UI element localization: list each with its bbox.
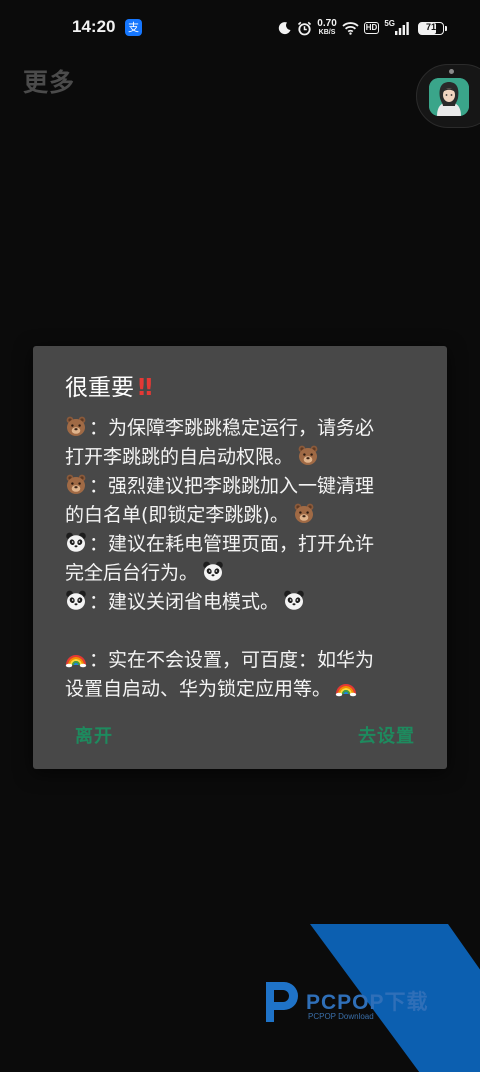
- battery-percent: 71: [425, 21, 436, 32]
- message-text: 设置自启动、华为锁定应用等。: [65, 678, 332, 700]
- network-speed-unit: KB/S: [318, 29, 336, 36]
- status-bar: 14:20 支 0.70 KB/S HD 5G 71: [0, 0, 480, 56]
- important-dialog: 很重要 ‼ ：为保障李跳跳稳定运行，请务必 打开李跳跳的自启动权限。 ：强烈建议…: [33, 346, 447, 769]
- watermark-subtitle: PCPOP Download: [308, 1012, 374, 1021]
- battery-icon: 71: [418, 21, 447, 35]
- panda-emoji-icon: [65, 531, 87, 553]
- bear-emoji-icon: [293, 502, 315, 524]
- avatar[interactable]: [429, 78, 469, 116]
- alipay-notification-icon: 支: [125, 19, 142, 36]
- network-speed: 0.70 KB/S: [317, 19, 336, 37]
- panda-emoji-icon: [65, 589, 87, 611]
- network-type-label: 5G: [384, 18, 395, 28]
- status-time: 14:20: [72, 17, 116, 36]
- leave-button[interactable]: 离开: [73, 718, 115, 752]
- message-line: ：强烈建议把李跳跳加入一键清理: [65, 472, 423, 501]
- message-text: 的白名单(即锁定李跳跳)。: [65, 504, 289, 526]
- message-text: ：强烈建议把李跳跳加入一键清理: [89, 475, 375, 497]
- bear-emoji-icon: [65, 473, 87, 495]
- hd-voice-badge: HD: [363, 22, 380, 34]
- alarm-icon: [298, 21, 312, 35]
- status-indicators: 0.70 KB/S HD 5G 71: [278, 17, 447, 39]
- moon-icon: [279, 22, 291, 35]
- message-line: 的白名单(即锁定李跳跳)。: [65, 501, 423, 530]
- dialog-title-text: 很重要: [65, 375, 134, 401]
- go-settings-button[interactable]: 去设置: [356, 718, 417, 752]
- network-speed-value: 0.70: [317, 18, 337, 29]
- message-text: ：为保障李跳跳稳定运行，请务必: [89, 417, 375, 439]
- message-text: ：实在不会设置，可百度：如华为: [89, 649, 375, 671]
- bear-emoji-icon: [297, 444, 319, 466]
- message-line: ：为保障李跳跳稳定运行，请务必: [65, 414, 423, 443]
- double-exclamation-icon: ‼: [138, 375, 153, 401]
- message-line: 打开李跳跳的自启动权限。: [65, 443, 423, 472]
- bear-emoji-icon: [65, 415, 87, 437]
- rainbow-emoji-icon: [335, 676, 357, 698]
- wifi-icon: [342, 22, 359, 35]
- message-line: 设置自启动、华为锁定应用等。: [65, 675, 423, 704]
- rainbow-emoji-icon: [65, 647, 87, 669]
- message-line: ：建议在耗电管理页面，打开允许: [65, 530, 423, 559]
- dialog-actions: 离开 去设置: [73, 718, 417, 752]
- message-line: ：实在不会设置，可百度：如华为: [65, 646, 423, 675]
- pcpop-logo-icon: [266, 982, 298, 1022]
- panda-emoji-icon: [283, 589, 305, 611]
- message-line: 完全后台行为。: [65, 559, 423, 588]
- floating-ball-indicator: [449, 69, 454, 74]
- message-text: 打开李跳跳的自启动权限。: [65, 446, 294, 468]
- dialog-message: ：为保障李跳跳稳定运行，请务必 打开李跳跳的自启动权限。 ：强烈建议把李跳跳加入…: [65, 414, 423, 704]
- dialog-title: 很重要 ‼: [65, 372, 423, 404]
- signal-icon: [395, 21, 409, 35]
- app-screen: 14:20 支 0.70 KB/S HD 5G 71 更多 很重要 ‼ ：为保障…: [0, 0, 480, 1072]
- page-title: 更多: [23, 68, 76, 97]
- message-spacer: [65, 617, 423, 646]
- message-text: 完全后台行为。: [65, 562, 199, 584]
- message-text: ：建议在耗电管理页面，打开允许: [89, 533, 375, 555]
- panda-emoji-icon: [202, 560, 224, 582]
- message-line: ：建议关闭省电模式。: [65, 588, 423, 617]
- message-text: ：建议关闭省电模式。: [89, 591, 280, 613]
